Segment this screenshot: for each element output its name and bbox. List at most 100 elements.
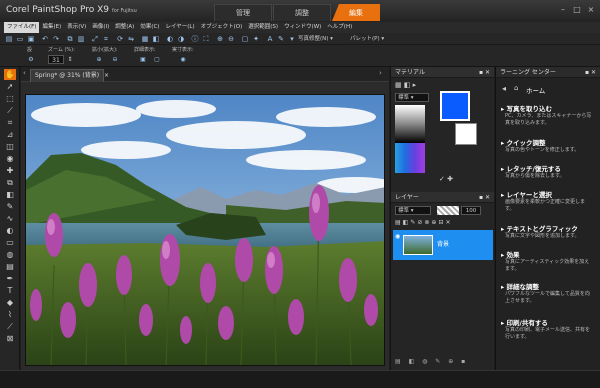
scratch-tool-icon[interactable]: ◧ xyxy=(4,189,16,200)
document-tab[interactable]: Spring* @ 31% (背景) × xyxy=(30,69,109,82)
color-icon[interactable]: ◑ xyxy=(176,34,186,44)
open-icon[interactable]: ▭ xyxy=(15,34,25,44)
paste-icon[interactable]: ▥ xyxy=(76,34,86,44)
materials-mode-dropdown[interactable]: 標準 ▾ xyxy=(395,93,429,102)
opacity-input[interactable]: 100 xyxy=(461,206,481,215)
learning-menu-icon[interactable]: ▪ ✕ xyxy=(585,67,596,78)
close-icon[interactable]: × xyxy=(585,5,597,15)
save-icon[interactable]: ▣ xyxy=(26,34,36,44)
minimize-icon[interactable]: – xyxy=(557,5,569,15)
materials-tabs[interactable]: ▦ ◧ ▸ xyxy=(395,81,435,91)
zoom-stepper-icon[interactable]: ⇕ xyxy=(66,55,74,64)
back-icon[interactable]: ◂ xyxy=(502,84,506,93)
maximize-icon[interactable]: □ xyxy=(571,5,583,15)
background-swatch[interactable] xyxy=(455,123,477,145)
menu-effects[interactable]: 効果(C) xyxy=(137,22,162,33)
info-icon[interactable]: ⓘ xyxy=(190,34,200,44)
gradient-tool-icon[interactable]: ▤ xyxy=(4,261,16,272)
layer-bottom-icons[interactable]: ▤ ◧ ◍ ✎ ⊕ ▪ xyxy=(395,358,491,367)
home-icon[interactable]: ⌂ xyxy=(514,84,518,92)
menu-adjust[interactable]: 調整(A) xyxy=(112,22,137,33)
menu-selections[interactable]: 選択範囲(S) xyxy=(245,22,281,33)
fit-window-icon[interactable]: ▢ xyxy=(152,55,162,64)
shape-tool-icon[interactable]: ◆ xyxy=(4,297,16,308)
effects-icon[interactable]: ✦ xyxy=(251,34,261,44)
layers-icon[interactable]: ◧ xyxy=(151,34,161,44)
brush-icon[interactable]: ✎ xyxy=(276,34,286,44)
visibility-icon[interactable]: ◉ xyxy=(395,233,400,240)
grayscale-swatches[interactable] xyxy=(395,105,425,143)
layer-tool-icons[interactable]: ▤◧✎⊘⊗⊕⊟✕ xyxy=(395,219,491,228)
grid-icon[interactable]: ▦ xyxy=(140,34,150,44)
menu-help[interactable]: ヘルプ(H) xyxy=(324,22,355,33)
tab-scroll-right-icon[interactable]: › xyxy=(379,69,382,77)
tab-scroll-left-icon[interactable]: ‹ xyxy=(23,69,26,77)
menu-image[interactable]: 画像(I) xyxy=(89,22,112,33)
crop-tool-icon[interactable]: ⌗ xyxy=(4,117,16,128)
tab-edit[interactable]: 編集 xyxy=(332,4,380,21)
brightness-icon[interactable]: ◐ xyxy=(165,34,175,44)
dropdown-icon[interactable]: ▾ xyxy=(287,34,297,44)
makeover-tool-icon[interactable]: ✚ xyxy=(4,165,16,176)
photo-canvas[interactable] xyxy=(25,94,385,366)
warp-tool-icon[interactable]: ⌇ xyxy=(4,309,16,320)
undo-icon[interactable]: ↶ xyxy=(40,34,50,44)
zoom-in-button-icon[interactable]: ⊕ xyxy=(94,55,104,64)
tab-close-icon[interactable]: × xyxy=(104,72,109,79)
zoom-in-icon[interactable]: ⊕ xyxy=(215,34,225,44)
tab-manage[interactable]: 管理 xyxy=(214,4,272,21)
panel-menu-icon[interactable]: ▪ ✕ xyxy=(479,67,490,78)
stamp-tool-icon[interactable]: ⊠ xyxy=(4,333,16,344)
selection-tool-icon[interactable]: ⬚ xyxy=(4,93,16,104)
eraser-icon[interactable]: ▭ xyxy=(4,237,16,248)
zoom-out-icon[interactable]: ⊖ xyxy=(226,34,236,44)
redeye-tool-icon[interactable]: ◉ xyxy=(4,153,16,164)
crop-icon[interactable]: ⌗ xyxy=(101,34,111,44)
resize-icon[interactable]: ⤢ xyxy=(90,34,100,44)
menu-edit[interactable]: 編集(E) xyxy=(39,22,64,33)
menu-objects[interactable]: オブジェクト(O) xyxy=(198,22,246,33)
menu-layers[interactable]: レイヤー(L) xyxy=(162,22,197,33)
menu-file[interactable]: ファイル(F) xyxy=(4,22,40,33)
text-icon[interactable]: A xyxy=(265,34,275,44)
layers-title: レイヤー xyxy=(395,194,419,201)
workspace-dropdown[interactable]: 写真修整(N) ▾ xyxy=(298,34,333,44)
zoom-input[interactable]: 31 xyxy=(48,55,64,64)
color-swatches[interactable] xyxy=(395,143,425,173)
layers-menu-icon[interactable]: ▪ ✕ xyxy=(479,192,490,203)
fit-icon[interactable]: ⛶ xyxy=(201,34,211,44)
palette-dropdown[interactable]: パレット(P) ▾ xyxy=(350,34,384,44)
layer-row[interactable]: ◉ 背景 xyxy=(393,230,493,260)
pick-tool-icon[interactable]: ➚ xyxy=(4,81,16,92)
pan-tool-icon[interactable]: ✋ xyxy=(4,69,16,80)
swap-colors-icon[interactable]: ✓ ✚ xyxy=(439,175,453,183)
retouch-tool-icon[interactable]: ⟋ xyxy=(4,321,16,332)
learning-item-desc: パワフルなツールで編集して品質を向上させます。 xyxy=(505,291,590,304)
dropper-tool-icon[interactable]: ⟋ xyxy=(4,105,16,116)
preset-icon[interactable]: ⚙ xyxy=(26,55,36,64)
pen-tool-icon[interactable]: ✒ xyxy=(4,273,16,284)
paint-brush-icon[interactable]: ✎ xyxy=(4,201,16,212)
perspective-tool-icon[interactable]: ◫ xyxy=(4,141,16,152)
fill-tool-icon[interactable]: ◍ xyxy=(4,249,16,260)
lighten-tool-icon[interactable]: ◐ xyxy=(4,225,16,236)
materials-title: マテリアル xyxy=(395,69,425,76)
zoom-out-button-icon[interactable]: ⊖ xyxy=(110,55,120,64)
new-icon[interactable]: ▤ xyxy=(4,34,14,44)
straighten-tool-icon[interactable]: ⊿ xyxy=(4,129,16,140)
fit-view-icon[interactable]: ▣ xyxy=(138,55,148,64)
rotate-icon[interactable]: ⟳ xyxy=(115,34,125,44)
blend-mode-dropdown[interactable]: 標準 ▾ xyxy=(395,206,431,215)
menu-window[interactable]: ウィンドウ(W) xyxy=(281,22,324,33)
airbrush-icon[interactable]: ∿ xyxy=(4,213,16,224)
foreground-swatch[interactable] xyxy=(440,91,470,121)
menu-view[interactable]: 表示(V) xyxy=(64,22,89,33)
copy-icon[interactable]: ⧉ xyxy=(65,34,75,44)
text-tool-icon[interactable]: T xyxy=(4,285,16,296)
actual-size-icon[interactable]: ◉ xyxy=(178,55,188,64)
tab-adjust[interactable]: 調整 xyxy=(273,4,331,21)
redo-icon[interactable]: ↷ xyxy=(51,34,61,44)
clone-tool-icon[interactable]: ⧉ xyxy=(4,177,16,188)
mirror-icon[interactable]: ⇋ xyxy=(126,34,136,44)
frame-icon[interactable]: ▢ xyxy=(240,34,250,44)
